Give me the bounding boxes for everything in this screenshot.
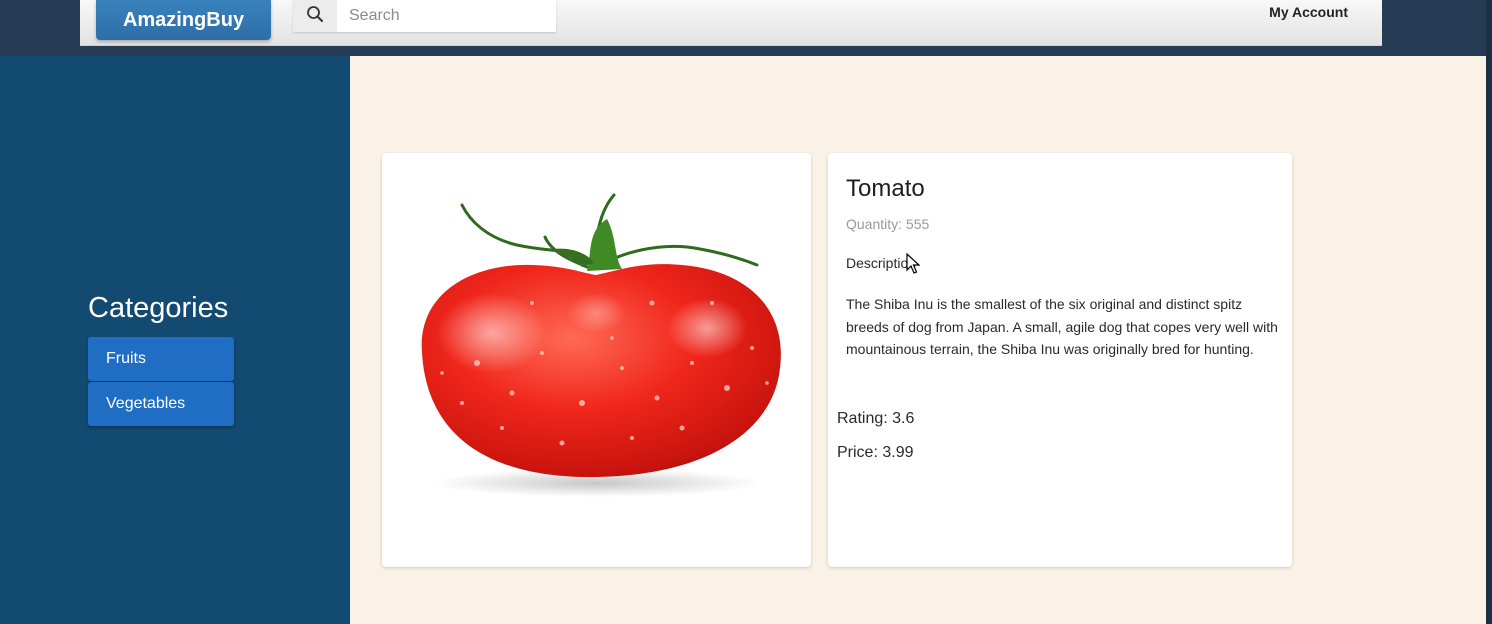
product-image-card [382,153,811,567]
search-button[interactable] [293,0,337,32]
window-edge [1486,0,1492,624]
main-content: Tomato Quantity: 555 Description The Shi… [350,56,1486,624]
category-label: Fruits [106,350,146,367]
header-bar: AmazingBuy My Account [80,0,1382,46]
sidebar: Categories Fruits Vegetables [0,56,350,624]
product-details-card: Tomato Quantity: 555 Description The Shi… [828,153,1292,567]
category-button-vegetables[interactable]: Vegetables [88,382,234,426]
category-label: Vegetables [106,395,186,412]
product-rating: Rating: 3.6 [837,410,915,427]
search-box [293,0,556,32]
product-quantity: Quantity: 555 [846,216,930,232]
brand-logo[interactable]: AmazingBuy [96,0,271,40]
product-description: The Shiba Inu is the smallest of the six… [846,296,1278,357]
product-title: Tomato [846,175,925,202]
product-image [421,193,781,497]
category-button-fruits[interactable]: Fruits [88,337,234,381]
search-icon [306,5,324,28]
search-input[interactable] [337,0,556,32]
my-account-link[interactable]: My Account [1269,4,1348,22]
categories-heading: Categories [88,292,229,324]
mouse-cursor-icon [906,252,921,280]
product-price: Price: 3.99 [837,444,914,461]
